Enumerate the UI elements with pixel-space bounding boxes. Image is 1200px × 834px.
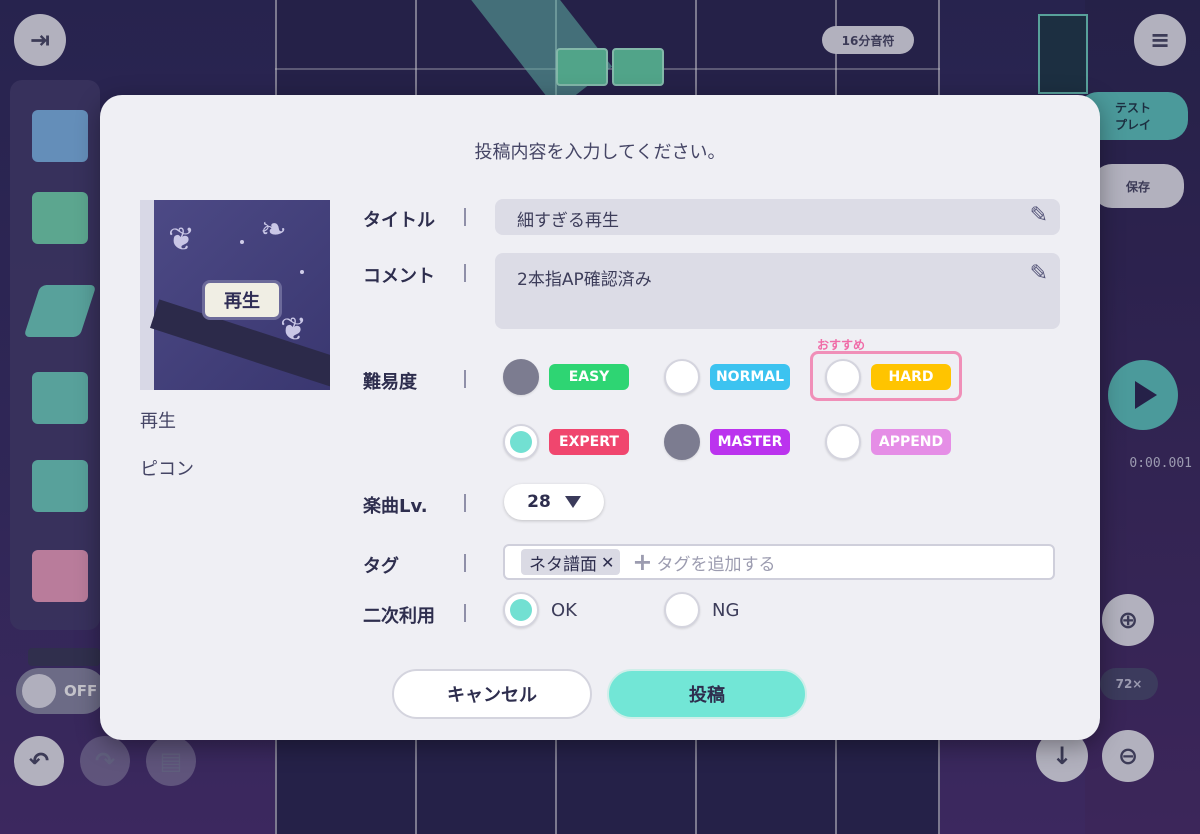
vine-decoration: ❧: [260, 210, 287, 248]
dialog-title: 投稿内容を入力してください。: [474, 142, 726, 163]
radio-button[interactable]: [825, 424, 861, 460]
reuse-option-label: OK: [551, 599, 577, 621]
pencil-icon[interactable]: ✎: [1030, 261, 1048, 286]
pencil-icon[interactable]: ✎: [1030, 203, 1048, 228]
comment-field[interactable]: 2本指AP確認済み ✎: [495, 253, 1060, 329]
tag-label: タグ: [363, 556, 399, 577]
tag-input[interactable]: ネタ譜面 ✕ + タグを追加する: [503, 544, 1055, 580]
radio-dot: [510, 599, 532, 621]
reuse-option-label: NG: [712, 599, 740, 621]
tag-chip-label: ネタ譜面: [529, 554, 597, 575]
separator: [464, 370, 466, 388]
add-tag-button[interactable]: + タグを追加する: [632, 550, 775, 575]
cancel-button[interactable]: キャンセル: [392, 669, 592, 719]
difficulty-badge: NORMAL: [710, 364, 790, 390]
radio-button[interactable]: [664, 359, 700, 395]
plus-icon: +: [632, 548, 653, 576]
radio-button[interactable]: [825, 359, 861, 395]
separator: [464, 554, 466, 572]
title-value: 細すぎる再生: [517, 211, 619, 231]
comment-value: 2本指AP確認済み: [517, 270, 652, 290]
jacket-page-edge: [140, 200, 154, 390]
comment-label: コメント: [363, 266, 435, 287]
separator: [464, 604, 466, 622]
difficulty-badge: EASY: [549, 364, 629, 390]
tag-placeholder: タグを追加する: [656, 554, 776, 575]
difficulty-option-master[interactable]: MASTER: [664, 422, 790, 462]
separator: [464, 264, 466, 282]
tag-chip[interactable]: ネタ譜面 ✕: [521, 549, 621, 575]
difficulty-option-easy[interactable]: EASY: [503, 357, 629, 397]
difficulty-option-normal[interactable]: NORMAL: [664, 357, 790, 397]
reuse-option-ng[interactable]: NG: [664, 592, 739, 628]
post-button[interactable]: 投稿: [607, 669, 807, 719]
radio-button[interactable]: [503, 592, 539, 628]
song-jacket-image: ❦ ❧ ❦ 再生: [140, 200, 330, 390]
level-label: 楽曲Lv.: [363, 496, 428, 517]
radio-button[interactable]: [503, 424, 539, 460]
title-label: タイトル: [363, 210, 435, 231]
difficulty-label: 難易度: [363, 372, 417, 393]
difficulty-badge: HARD: [871, 364, 951, 390]
difficulty-badge: APPEND: [871, 429, 951, 455]
separator: [464, 208, 466, 226]
artist-name: ピコン: [140, 459, 194, 480]
difficulty-option-append[interactable]: APPEND: [825, 422, 951, 462]
level-dropdown[interactable]: 28: [504, 484, 604, 520]
radio-button[interactable]: [503, 359, 539, 395]
post-dialog: 投稿内容を入力してください。 ❦ ❧ ❦ 再生 再生 ピコン タイトル 細すぎる…: [100, 95, 1100, 740]
vine-decoration: ❦: [168, 220, 195, 258]
close-icon[interactable]: ✕: [601, 553, 614, 572]
radio-dot: [510, 431, 532, 453]
difficulty-badge: EXPERT: [549, 429, 629, 455]
separator: [464, 494, 466, 512]
difficulty-badge: MASTER: [710, 429, 790, 455]
chevron-down-icon: [564, 496, 581, 508]
jacket-title-plate: 再生: [202, 280, 282, 320]
radio-button[interactable]: [664, 424, 700, 460]
song-name: 再生: [140, 411, 176, 432]
level-value: 28: [527, 492, 551, 512]
difficulty-option-expert[interactable]: EXPERT: [503, 422, 629, 462]
dot-decoration: [300, 270, 304, 274]
reuse-option-ok[interactable]: OK: [503, 592, 577, 628]
reuse-label: 二次利用: [363, 606, 435, 627]
title-field[interactable]: 細すぎる再生 ✎: [495, 199, 1060, 235]
difficulty-option-hard[interactable]: HARD: [825, 357, 951, 397]
radio-button[interactable]: [664, 592, 700, 628]
dot-decoration: [240, 240, 244, 244]
